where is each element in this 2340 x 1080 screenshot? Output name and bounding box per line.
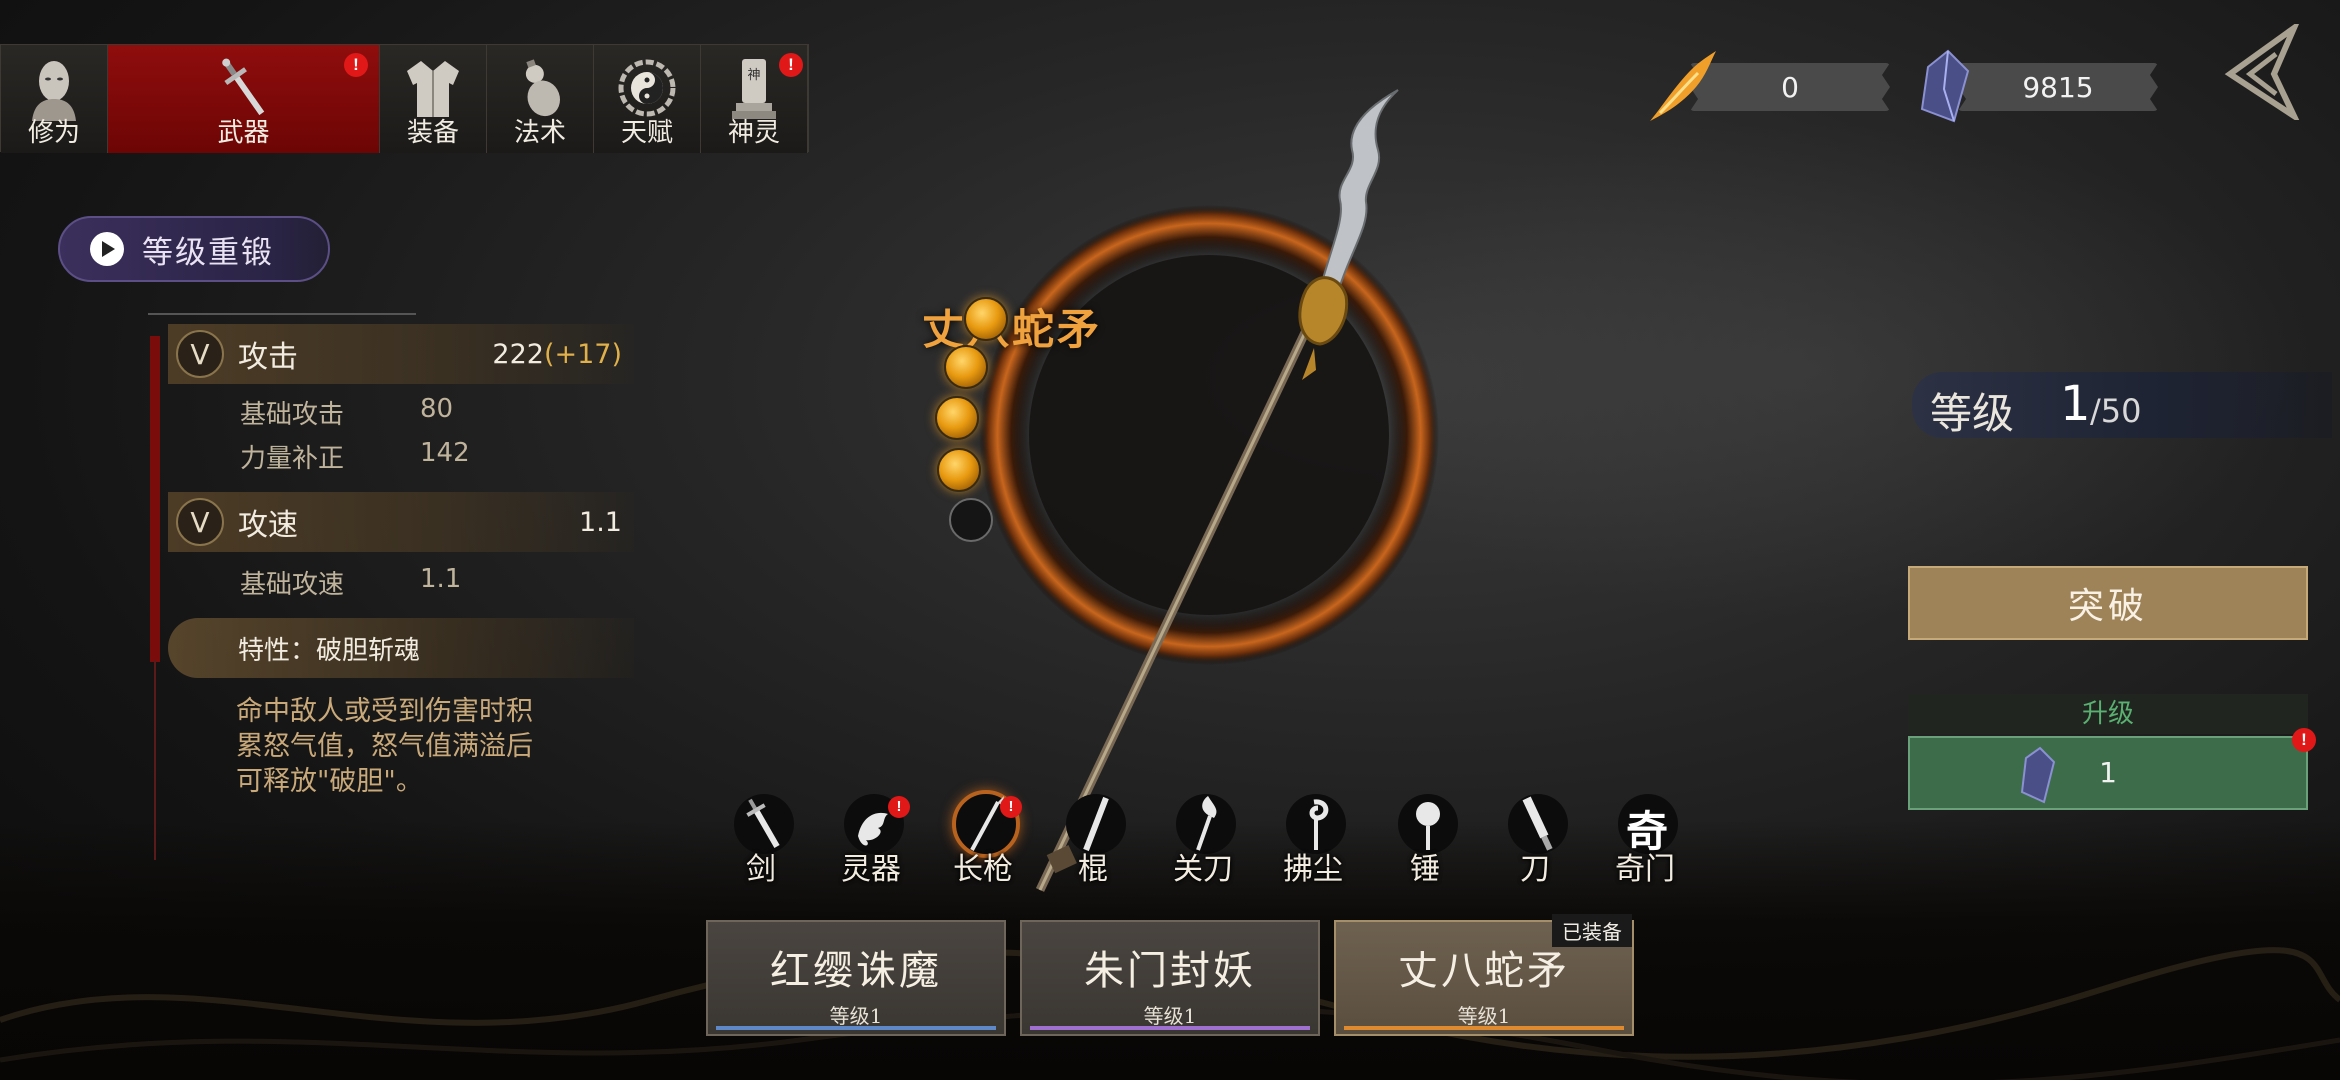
weapon-card-level: 等级1 (1143, 1004, 1197, 1028)
star-orb-filled (936, 447, 981, 492)
rarity-underline (1344, 1026, 1624, 1030)
currency-flame: 0 (1640, 51, 1890, 121)
weapon-card-name: 红缨诛魔 (770, 948, 942, 994)
level-reforge-button[interactable]: 等级重锻 (58, 216, 330, 282)
trait-description: 命中敌人或受到伤害时积累怒气值，怒气值满溢后可释放"破胆"。 (236, 696, 533, 797)
star-orb-filled (943, 344, 988, 389)
stat-sub-row: 基础攻速 1.1 (240, 564, 462, 600)
currency-amount: 9815 (1958, 63, 2158, 111)
stat-sub-row: 力量补正 142 (240, 438, 470, 474)
weapon-card-name: 朱门封妖 (1084, 948, 1256, 994)
level-display: 等级 1 /50 (1912, 372, 2332, 438)
upgrade-button[interactable]: 1 ! (1908, 728, 2316, 810)
upgrade-cost: 1 (2099, 756, 2117, 789)
back-button-icon[interactable] (2214, 24, 2302, 120)
stats-accent-bar (150, 336, 160, 662)
weapon-type-sword[interactable]: 剑 (716, 790, 806, 890)
breakthrough-label: 突破 (2067, 586, 2148, 627)
reforge-label: 等级重锻 (142, 234, 274, 271)
trait-name: 特性：破胆斩魂 (238, 635, 421, 666)
crystal-icon (1920, 49, 1970, 123)
notification-badge: ! (344, 53, 368, 77)
weapon-type-blade[interactable]: 刀 (1490, 790, 1580, 890)
tab-spells[interactable]: 法术 (487, 45, 594, 153)
stat-name: 攻速 (238, 508, 298, 543)
weapon-type-qimen[interactable]: 奇 奇门 (1600, 790, 1690, 890)
notification-badge: ! (1000, 796, 1022, 818)
tab-weapon[interactable]: 武器 ! (108, 45, 380, 153)
tab-deity[interactable]: 神 神灵 ! (701, 45, 808, 153)
level-label: 等级 (1930, 389, 2015, 438)
chevron-down-icon[interactable] (176, 498, 224, 546)
breakthrough-button[interactable]: 突破 (1908, 566, 2308, 640)
stat-value: 222(+17) (492, 338, 622, 370)
flame-feather-icon (1650, 51, 1716, 121)
rarity-underline (1030, 1026, 1310, 1030)
stat-name: 攻击 (238, 340, 298, 375)
tab-label: 法术 (513, 118, 566, 148)
tab-equipment[interactable]: 装备 (380, 45, 487, 153)
currency-amount: 0 (1690, 63, 1890, 111)
svg-text:神: 神 (747, 68, 760, 83)
stat-value: 1.1 (579, 506, 622, 538)
tab-cultivation[interactable]: 修为 (1, 45, 108, 153)
star-orb-filled (934, 395, 979, 440)
weapon-card-level: 等级1 (829, 1004, 883, 1028)
tab-label: 装备 (406, 118, 459, 148)
notification-badge: ! (2292, 728, 2316, 752)
chevron-down-icon[interactable] (176, 330, 224, 378)
upgrade-label: 升级 (1908, 694, 2308, 734)
weapon-type-staff[interactable]: 棍 (1048, 790, 1138, 890)
weapon-card[interactable]: 红缨诛魔 等级1 (706, 920, 1006, 1036)
tab-label: 武器 (217, 118, 270, 148)
weapon-card-selected[interactable]: 丈八蛇矛 等级1 已装备 (1334, 914, 1634, 1036)
weapon-type-hammer[interactable]: 锤 (1380, 790, 1470, 890)
notification-badge: ! (888, 796, 910, 818)
spear-artwork (1035, 89, 1399, 892)
tab-talent[interactable]: 天赋 (594, 45, 701, 153)
notification-badge: ! (779, 53, 803, 77)
stats-accent-line (154, 660, 156, 860)
tab-label: 神灵 (727, 118, 780, 148)
weapon-type-whisk[interactable]: 拂尘 (1268, 790, 1358, 890)
stat-attack-row[interactable]: 攻击 222(+17) (168, 324, 634, 384)
tab-label: 天赋 (620, 118, 673, 148)
tab-label: 修为 (27, 118, 80, 148)
star-orb-filled (963, 296, 1008, 341)
equipped-tag: 已装备 (1552, 914, 1632, 947)
stat-sub-row: 基础攻击 80 (240, 394, 454, 430)
level-current: 1 (2060, 376, 2091, 432)
weapon-name: 丈八蛇矛 (922, 305, 1103, 354)
stats-divider (148, 313, 416, 315)
stat-speed-row[interactable]: 攻速 1.1 (168, 492, 634, 552)
weapon-card[interactable]: 朱门封妖 等级1 (1020, 920, 1320, 1036)
trait-row: 特性：破胆斩魂 (168, 618, 634, 678)
weapon-type-spear[interactable]: 长枪 ! (938, 790, 1028, 890)
weapon-card-level: 等级1 (1457, 1004, 1511, 1028)
level-max: /50 (2090, 392, 2142, 430)
currency-crystal: 9815 (1914, 49, 2158, 123)
star-orb-empty (949, 497, 994, 542)
weapon-type-spirit[interactable]: 灵器 ! (826, 790, 916, 890)
weapon-type-guandao[interactable]: 关刀 (1158, 790, 1248, 890)
play-icon (90, 232, 124, 266)
rarity-underline (716, 1026, 996, 1030)
stat-bonus: (+17) (543, 338, 622, 370)
category-tabs: 修为 武器 ! 装备 法术 天赋 神 神灵 ! (0, 44, 809, 153)
